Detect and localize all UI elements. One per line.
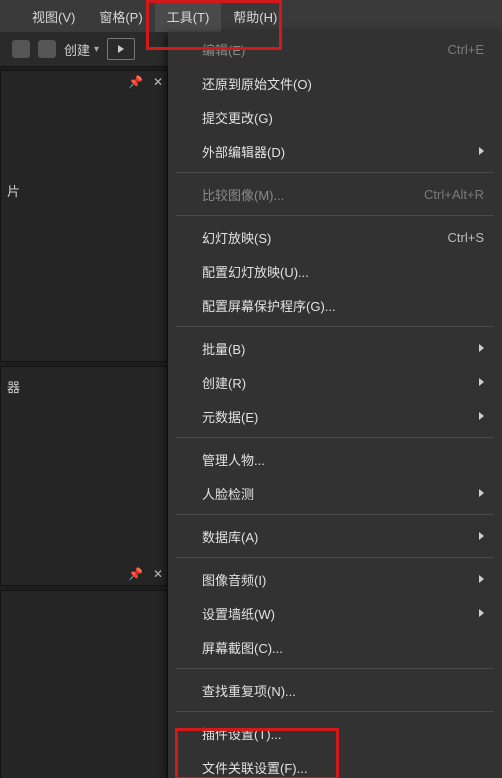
menu-item-commit-changes-label: 提交更改(G)	[202, 108, 484, 127]
menu-item-slideshow-shortcut: Ctrl+S	[448, 230, 484, 245]
side-panel-2-label: 器	[7, 377, 20, 396]
menu-item-configure-screensaver[interactable]: 配置屏幕保护程序(G)...	[168, 288, 502, 322]
menu-item-manage-people-label: 管理人物...	[202, 450, 484, 469]
menu-item-plugin-settings-label: 插件设置(T)...	[202, 724, 484, 743]
panel2-pin-icon[interactable]: 📌	[128, 567, 143, 581]
menu-item-metadata[interactable]: 元数据(E)	[168, 399, 502, 433]
side-panel-3	[0, 590, 168, 778]
toolbar-icon-1[interactable]	[12, 40, 30, 58]
menu-item-metadata-label: 元数据(E)	[202, 407, 479, 426]
menu-item-edit-label: 编辑(E)	[202, 40, 448, 59]
panel1-close-icon[interactable]: ✕	[153, 75, 163, 89]
menu-item-edit: 编辑(E) Ctrl+E	[168, 32, 502, 66]
menu-separator	[176, 172, 494, 173]
menu-item-database-label: 数据库(A)	[202, 527, 479, 546]
menu-pane-label: 窗格(P)	[99, 7, 142, 26]
menu-item-compare-images: 比较图像(M)... Ctrl+Alt+R	[168, 177, 502, 211]
toolbar-create-label: 创建	[64, 40, 90, 59]
menu-item-screen-capture[interactable]: 屏幕截图(C)...	[168, 630, 502, 664]
menu-item-slideshow[interactable]: 幻灯放映(S) Ctrl+S	[168, 220, 502, 254]
menu-help[interactable]: 帮助(H)	[221, 0, 289, 32]
menu-item-slideshow-label: 幻灯放映(S)	[202, 228, 448, 247]
menu-item-edit-shortcut: Ctrl+E	[448, 42, 484, 57]
menu-tools-label: 工具(T)	[167, 7, 210, 26]
menu-item-plugin-settings[interactable]: 插件设置(T)...	[168, 716, 502, 750]
menu-item-create-label: 创建(R)	[202, 373, 479, 392]
menu-item-find-duplicates-label: 查找重复项(N)...	[202, 681, 484, 700]
menu-view[interactable]: 视图(V)	[20, 0, 87, 32]
menu-item-database[interactable]: 数据库(A)	[168, 519, 502, 553]
submenu-arrow-icon	[479, 378, 484, 386]
menu-item-restore-original-label: 还原到原始文件(O)	[202, 74, 484, 93]
menu-separator	[176, 326, 494, 327]
panel2-close-icon[interactable]: ✕	[153, 567, 163, 581]
menu-item-configure-slideshow-label: 配置幻灯放映(U)...	[202, 262, 484, 281]
submenu-arrow-icon	[479, 147, 484, 155]
menu-item-configure-slideshow[interactable]: 配置幻灯放映(U)...	[168, 254, 502, 288]
menu-separator	[176, 711, 494, 712]
menu-item-batch[interactable]: 批量(B)	[168, 331, 502, 365]
side-panel-1: 📌 ✕ 片	[0, 70, 168, 362]
panel1-pin-icon[interactable]: 📌	[128, 75, 143, 89]
submenu-arrow-icon	[479, 532, 484, 540]
side-panel-2: 器 📌 ✕	[0, 366, 168, 586]
menu-separator	[176, 668, 494, 669]
toolbar-create-button[interactable]: 创建 ▾	[64, 40, 99, 59]
menu-separator	[176, 557, 494, 558]
menu-view-label: 视图(V)	[32, 7, 75, 26]
tools-dropdown-menu: 编辑(E) Ctrl+E 还原到原始文件(O) 提交更改(G) 外部编辑器(D)…	[168, 32, 502, 778]
menu-pane[interactable]: 窗格(P)	[87, 0, 154, 32]
menu-item-manage-people[interactable]: 管理人物...	[168, 442, 502, 476]
menu-item-face-detection[interactable]: 人脸检测	[168, 476, 502, 510]
menu-item-set-wallpaper[interactable]: 设置墙纸(W)	[168, 596, 502, 630]
menu-item-file-associations-label: 文件关联设置(F)...	[202, 758, 484, 777]
play-icon	[118, 45, 124, 53]
side-panel-1-label: 片	[7, 181, 20, 200]
menu-item-screen-capture-label: 屏幕截图(C)...	[202, 638, 484, 657]
menu-item-configure-screensaver-label: 配置屏幕保护程序(G)...	[202, 296, 484, 315]
submenu-arrow-icon	[479, 412, 484, 420]
toolbar-slideshow-button[interactable]	[107, 38, 135, 60]
menu-separator	[176, 437, 494, 438]
menu-item-external-editor-label: 外部编辑器(D)	[202, 142, 479, 161]
menu-item-find-duplicates[interactable]: 查找重复项(N)...	[168, 673, 502, 707]
menu-item-create[interactable]: 创建(R)	[168, 365, 502, 399]
menu-item-compare-images-label: 比较图像(M)...	[202, 185, 424, 204]
chevron-down-icon: ▾	[94, 44, 99, 55]
menu-item-commit-changes[interactable]: 提交更改(G)	[168, 100, 502, 134]
menu-item-batch-label: 批量(B)	[202, 339, 479, 358]
menu-item-restore-original[interactable]: 还原到原始文件(O)	[168, 66, 502, 100]
menu-item-set-wallpaper-label: 设置墙纸(W)	[202, 604, 479, 623]
menu-item-image-audio[interactable]: 图像音频(I)	[168, 562, 502, 596]
menu-item-external-editor[interactable]: 外部编辑器(D)	[168, 134, 502, 168]
menu-separator	[176, 215, 494, 216]
submenu-arrow-icon	[479, 344, 484, 352]
menu-item-file-associations[interactable]: 文件关联设置(F)...	[168, 750, 502, 778]
submenu-arrow-icon	[479, 489, 484, 497]
menubar: 视图(V) 窗格(P) 工具(T) 帮助(H)	[0, 0, 502, 32]
menu-separator	[176, 514, 494, 515]
menu-item-face-detection-label: 人脸检测	[202, 484, 479, 503]
toolbar-icon-2[interactable]	[38, 40, 56, 58]
menu-item-image-audio-label: 图像音频(I)	[202, 570, 479, 589]
submenu-arrow-icon	[479, 609, 484, 617]
menu-help-label: 帮助(H)	[233, 7, 277, 26]
menu-tools[interactable]: 工具(T)	[155, 0, 222, 32]
menu-item-compare-images-shortcut: Ctrl+Alt+R	[424, 187, 484, 202]
submenu-arrow-icon	[479, 575, 484, 583]
